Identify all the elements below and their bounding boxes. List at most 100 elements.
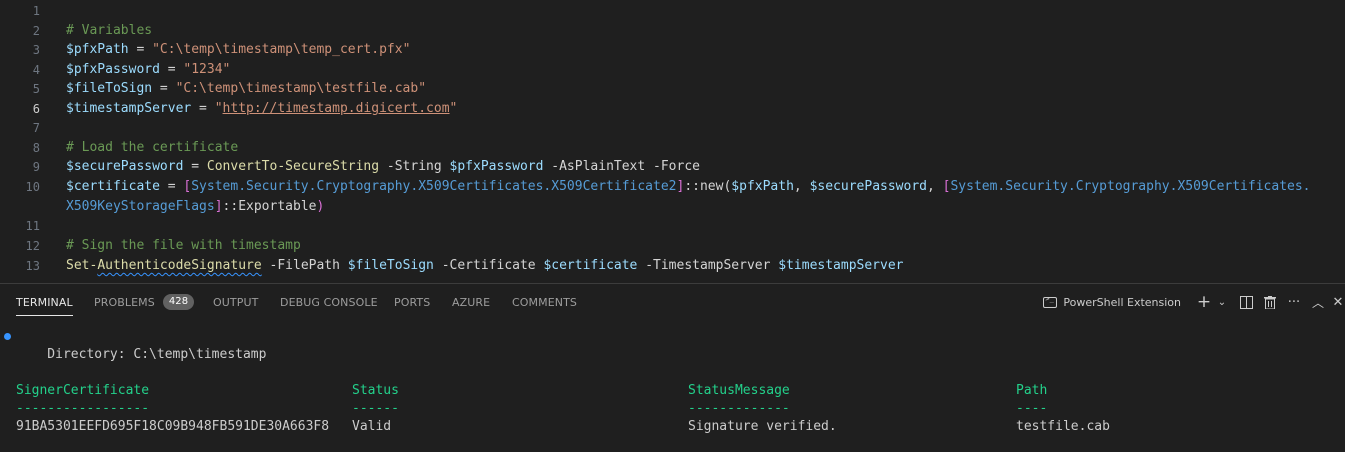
code-content: X509KeyStorageFlags]::Exportable) [66,197,324,217]
variable: $fileToSign [347,258,434,273]
command-decoration-icon[interactable] [4,333,11,340]
string: " [214,101,223,116]
tab-label: PORTS [394,295,431,309]
string: "1234" [183,62,231,77]
url-link[interactable]: http://timestamp.digicert.com [223,101,450,116]
parameter: -FilePath [261,258,348,273]
code-content: $fileToSign = "C:\temp\timestamp\testfil… [66,79,426,99]
more-icon[interactable]: ··· [1283,291,1305,313]
powershell-terminal-selector[interactable]: PowerShell Extension [1043,295,1181,309]
tab-comments[interactable]: COMMENTS [512,284,577,320]
terminal-icon [1043,295,1058,308]
code-content: $securePassword = ConvertTo-SecureString… [66,157,700,177]
line-number: 5 [32,82,40,96]
string: "C:\temp\timestamp\testfile.cab" [175,81,427,96]
status-value: Valid [352,419,392,434]
variable: $fileToSign [66,81,153,96]
string: "C:\temp\timestamp\temp_cert.pfx" [152,42,411,57]
code-line-7[interactable]: 7 [0,118,40,138]
signer-certificate-value: 91BA5301EEFD695F18C09B948FB591DE30A663F8 [16,419,330,434]
code-line-1[interactable]: 1 [0,1,40,21]
parameter: -Certificate [433,258,544,273]
operator: = [159,179,184,194]
line-number: 11 [25,219,40,233]
tab-label: DEBUG CONSOLE [280,295,378,309]
separator: , [926,179,943,194]
cmdlet-squiggle[interactable]: AuthenticodeSignature [97,258,261,273]
terminal-output[interactable]: Directory: C:\temp\timestamp SignerCerti… [0,320,1345,452]
line-number: 2 [32,24,40,38]
chevron-up-icon[interactable]: ︿ [1307,291,1329,313]
bottom-panel: TERMINAL PROBLEMS 428 OUTPUT DEBUG CONSOL… [0,284,1345,452]
tab-terminal[interactable]: TERMINAL [16,284,73,320]
line-number: 10 [25,180,40,194]
column-underline: ---- [1016,401,1048,416]
line-number: 1 [32,4,40,18]
tab-label: AZURE [452,295,491,309]
bracket: ] [214,199,223,214]
code-line-10-wrap[interactable]: X509KeyStorageFlags]::Exportable) [0,197,324,217]
code-editor[interactable]: 1 2 # Variables 3 $pfxPath = "C:\temp\ti… [0,0,1345,283]
trash-icon[interactable] [1259,291,1281,313]
code-line-8[interactable]: 8 # Load the certificate [0,138,238,158]
chevron-down-icon[interactable]: ⌄ [1211,291,1233,313]
code-line-4[interactable]: 4 $pfxPassword = "1234" [0,60,231,80]
variable: $securePassword [66,159,184,174]
variable: $securePassword [809,179,927,194]
code-content: $pfxPassword = "1234" [66,60,230,80]
tab-label: COMMENTS [512,295,578,309]
type-name: X509KeyStorageFlags [66,199,215,214]
tab-azure[interactable]: AZURE [452,284,490,320]
tab-ports[interactable]: PORTS [394,284,430,320]
code-line-12[interactable]: 12 # Sign the file with timestamp [0,236,301,256]
split-icon[interactable] [1235,291,1257,313]
separator: , [793,179,810,194]
type-name: System.Security.Cryptography.X509Certifi… [191,179,677,194]
variable: $certificate [66,179,160,194]
string: " [449,101,458,116]
problems-count-badge: 428 [162,294,195,310]
variable: $timestampServer [778,258,904,273]
code-content: Set-AuthenticodeSignature -FilePath $fil… [66,256,904,276]
operator: = [128,42,153,57]
comment: # Load the certificate [66,140,239,155]
column-underline: ------ [352,401,399,416]
close-icon[interactable]: ✕ [1331,291,1345,313]
tab-problems[interactable]: PROBLEMS 428 [94,284,195,320]
tab-label: TERMINAL [16,295,73,309]
line-number: 4 [32,63,40,77]
column-underline: ------------- [688,401,790,416]
operator: = [183,159,207,174]
line-number: 3 [32,43,40,57]
tab-output[interactable]: OUTPUT [213,284,258,320]
parameter: -String [379,159,450,174]
cmdlet: Set- [66,258,98,273]
parameter: -TimestampServer [637,258,779,273]
tab-debug-console[interactable]: DEBUG CONSOLE [280,284,378,320]
operator: = [159,62,184,77]
variable: $timestampServer [66,101,192,116]
panel-actions: PowerShell Extension + ⌄ ··· ︿ ✕ [1043,284,1345,320]
line-number: 6 [32,102,40,116]
code-line-9[interactable]: 9 $securePassword = ConvertTo-SecureStri… [0,157,700,177]
code-line-6[interactable]: 6 $timestampServer = "http://timestamp.d… [0,99,458,119]
code-line-2[interactable]: 2 # Variables [0,21,152,41]
tab-label: PROBLEMS [94,295,155,309]
tab-label: OUTPUT [213,295,259,309]
method-call: ::new( [684,179,732,194]
column-underline: ----------------- [16,401,150,416]
code-line-5[interactable]: 5 $fileToSign = "C:\temp\timestamp\testf… [0,79,426,99]
type-name: System.Security.Cryptography.X509Certifi… [950,179,1311,194]
code-line-10[interactable]: 10 $certificate = [System.Security.Crypt… [0,177,1311,197]
code-line-13[interactable]: 13 Set-AuthenticodeSignature -FilePath $… [0,256,904,276]
code-line-3[interactable]: 3 $pfxPath = "C:\temp\timestamp\temp_cer… [0,40,411,60]
column-header: Path [1016,383,1048,398]
code-line-11[interactable]: 11 [0,216,40,236]
code-content: $pfxPath = "C:\temp\timestamp\temp_cert.… [66,40,410,60]
variable: $certificate [543,258,638,273]
variable: $pfxPassword [449,159,544,174]
enum-value: ::Exportable [222,199,317,214]
line-number: 12 [25,239,40,253]
status-message-value: Signature verified. [688,419,837,434]
comment: # Variables [66,23,153,38]
